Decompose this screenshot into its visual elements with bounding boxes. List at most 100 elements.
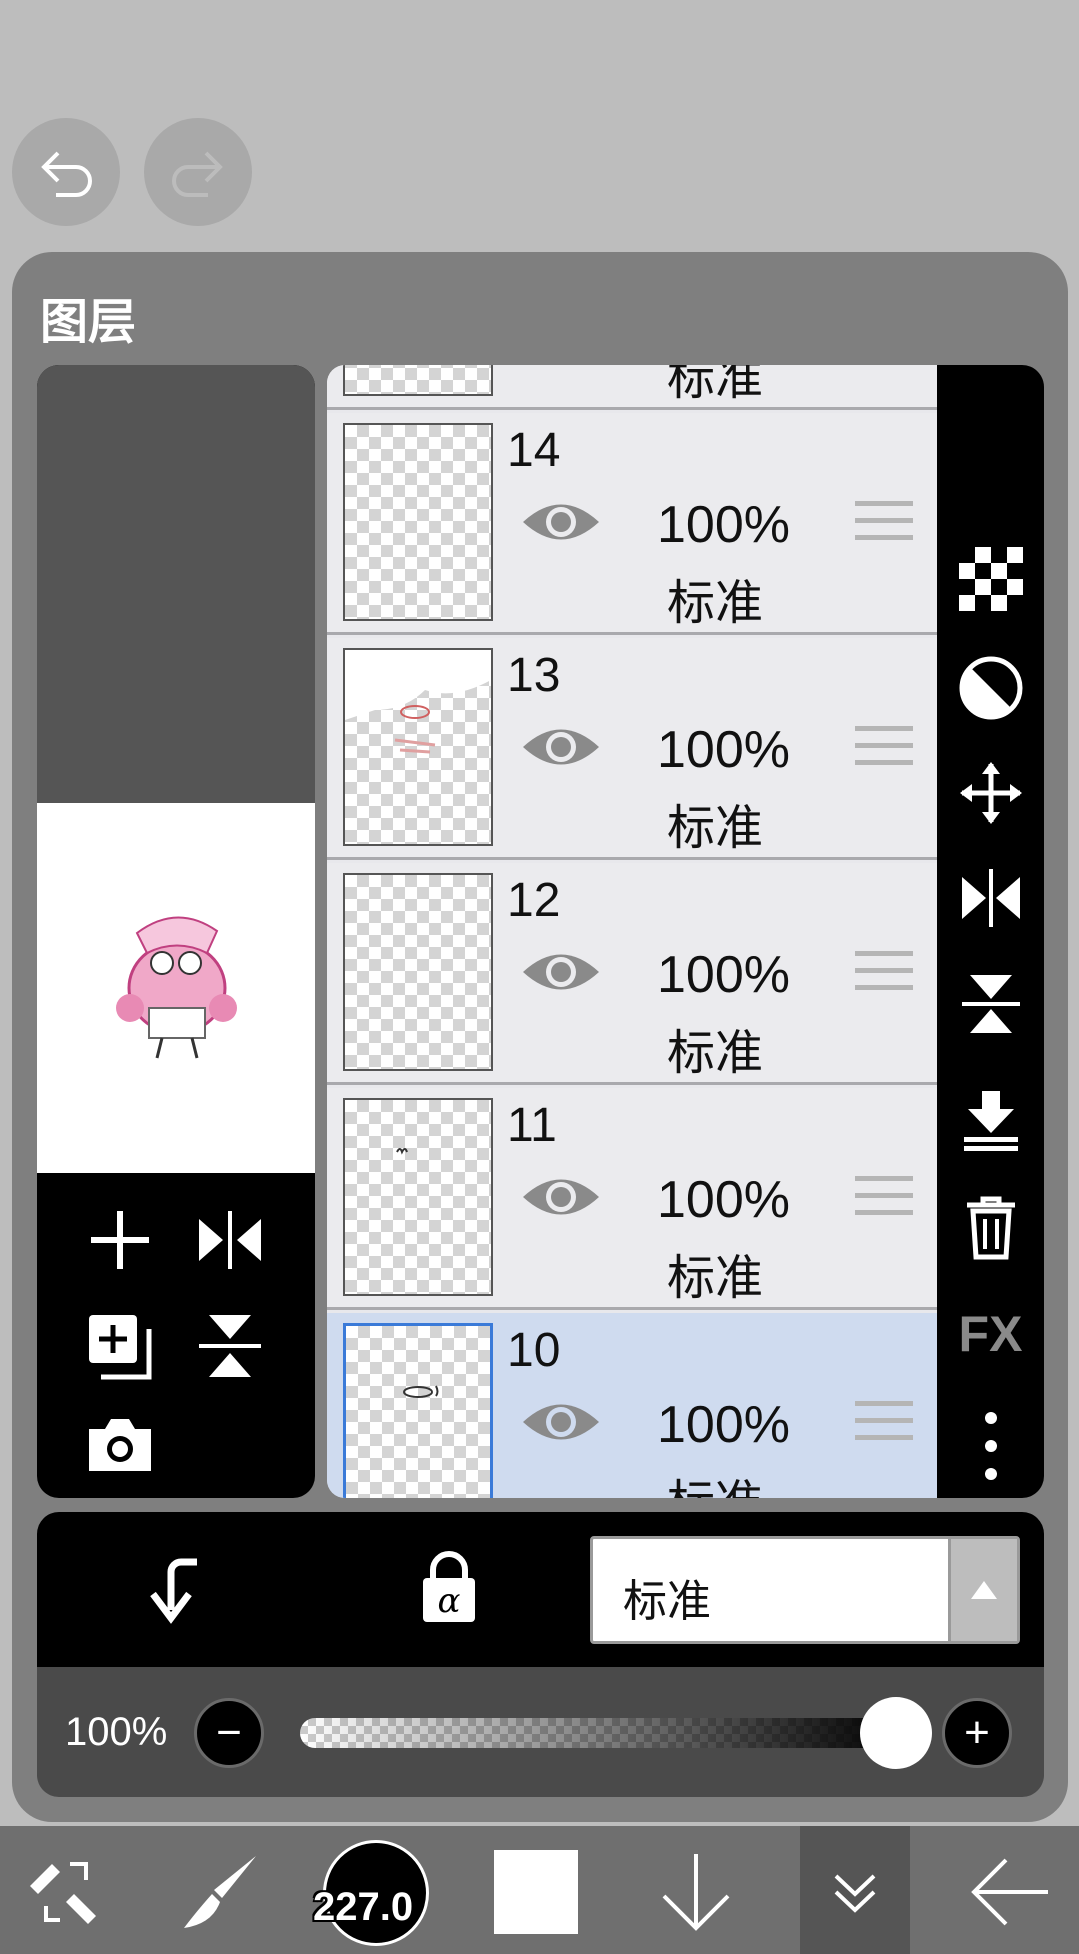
drag-handle-icon[interactable] <box>855 1176 913 1227</box>
layer-thumbnail <box>343 365 493 396</box>
alpha-lock-icon: α <box>423 1551 475 1622</box>
undo-icon <box>41 151 92 197</box>
opacity-decrease-button[interactable]: − <box>194 1698 264 1768</box>
transform-tools-icon <box>30 1862 96 1924</box>
flip-vertical-icon <box>961 975 1020 1033</box>
transform-tools-button[interactable] <box>24 1850 108 1939</box>
eye-icon <box>523 954 599 990</box>
layer-row-10[interactable]: 10 100% 标准 <box>327 1313 937 1498</box>
more-button[interactable] <box>937 1410 1044 1482</box>
drag-handle-icon[interactable] <box>855 951 913 1002</box>
svg-text:α: α <box>438 1581 461 1621</box>
layer-number: 13 <box>507 649 561 702</box>
copy-layer-icon <box>89 1315 152 1380</box>
flip-horizontal-button[interactable] <box>937 865 1044 931</box>
flip-vertical-icon <box>199 1315 261 1377</box>
trash-icon <box>966 1196 1015 1260</box>
canvas-preview <box>37 365 315 1498</box>
layer-blend-mode: 标准 <box>667 577 764 630</box>
layer-thumbnail <box>343 648 493 846</box>
layer-opacity: 100% <box>657 1396 790 1454</box>
add-layer-icon <box>91 1211 149 1269</box>
layer-number: 11 <box>507 1099 557 1152</box>
undo-button[interactable] <box>12 118 120 226</box>
copy-layer-button[interactable] <box>85 1311 155 1386</box>
flip-layer-horizontal-button[interactable] <box>195 1205 265 1280</box>
layer-thumbnail <box>343 873 493 1071</box>
redo-icon <box>172 151 223 197</box>
visibility-toggle[interactable] <box>521 1397 601 1452</box>
redo-button[interactable] <box>144 118 252 226</box>
panel-title: 图层 <box>40 296 137 349</box>
layer-list[interactable]: 标准 14 100% 标准 13 100% 标准 12 100% 标准 11 1… <box>327 365 937 1498</box>
clip-button[interactable] <box>145 1554 205 1629</box>
layer-row-partial-top[interactable]: 标准 <box>327 365 937 410</box>
delete-layer-button[interactable] <box>937 1195 1044 1261</box>
merge-down-button[interactable] <box>937 1087 1044 1153</box>
move-icon <box>959 762 1022 824</box>
drag-handle-icon[interactable] <box>855 1401 913 1452</box>
eye-icon <box>523 1404 599 1440</box>
brush-tool-button[interactable] <box>178 1850 262 1939</box>
eye-icon <box>523 729 599 765</box>
layer-row-14[interactable]: 14 100% 标准 <box>327 413 937 635</box>
opacity-slider[interactable] <box>300 1718 900 1748</box>
drag-handle-icon[interactable] <box>855 726 913 777</box>
blend-mode-value: 标准 <box>623 1577 711 1626</box>
layer-thumbnail <box>343 1098 493 1296</box>
character-drawing <box>116 916 237 1059</box>
adjust-button[interactable] <box>937 655 1044 721</box>
more-icon <box>984 1412 997 1480</box>
secondary-color-button[interactable] <box>494 1850 578 1934</box>
visibility-toggle[interactable] <box>521 497 601 552</box>
contrast-icon <box>959 656 1022 720</box>
eye-icon <box>523 1179 599 1215</box>
visibility-toggle[interactable] <box>521 1172 601 1227</box>
transparency-button[interactable] <box>937 547 1044 611</box>
layer-row-11[interactable]: 11 100% 标准 <box>327 1088 937 1310</box>
layer-tools-bar: FX <box>937 365 1044 1498</box>
brush-icon <box>184 1856 256 1928</box>
camera-button[interactable] <box>85 1415 155 1480</box>
add-layer-button[interactable] <box>85 1205 155 1280</box>
triangle-up-icon <box>971 1581 997 1599</box>
layer-thumbnail <box>343 1323 493 1498</box>
visibility-toggle[interactable] <box>521 722 601 777</box>
opacity-slider-knob[interactable] <box>860 1697 932 1769</box>
drag-handle-icon[interactable] <box>855 501 913 552</box>
fx-button[interactable]: FX <box>937 1305 1044 1363</box>
visibility-toggle[interactable] <box>521 947 601 1002</box>
flip-layer-vertical-button[interactable] <box>195 1311 265 1386</box>
move-down-button[interactable] <box>658 1850 734 1939</box>
layer-blend-mode: 标准 <box>667 802 764 855</box>
alpha-lock-button[interactable]: α <box>419 1550 479 1629</box>
brush-size-label: 227.0 <box>313 1885 414 1929</box>
flip-horizontal-icon <box>961 869 1020 927</box>
layer-number: 14 <box>507 424 561 477</box>
layer-number: 10 <box>507 1324 561 1377</box>
layer-blend-mode: 标准 <box>667 1252 764 1305</box>
back-button[interactable] <box>968 1850 1052 1939</box>
flip-vertical-button[interactable] <box>937 971 1044 1037</box>
collapse-button[interactable] <box>830 1868 880 1923</box>
layer-opacity: 100% <box>657 946 790 1004</box>
layer-number: 12 <box>507 874 561 927</box>
opacity-increase-button[interactable]: + <box>942 1698 1012 1768</box>
layer-thumbnail <box>343 423 493 621</box>
transparency-icon <box>958 547 1023 611</box>
layer-blend-mode: 标准 <box>667 1027 764 1080</box>
blend-mode-dropdown-button[interactable] <box>948 1539 1017 1641</box>
camera-icon <box>89 1419 151 1471</box>
layer-opacity: 100% <box>657 496 790 554</box>
opacity-label: 100% <box>65 1710 168 1754</box>
layer-row-13[interactable]: 13 100% 标准 <box>327 638 937 860</box>
arrow-down-icon <box>662 1854 730 1931</box>
blend-mode-select[interactable]: 标准 <box>590 1536 1020 1644</box>
eye-icon <box>523 504 599 540</box>
move-button[interactable] <box>937 760 1044 826</box>
layer-opacity: 100% <box>657 721 790 779</box>
canvas-thumbnail[interactable] <box>37 803 315 1173</box>
layer-blend-mode: 标准 <box>667 365 764 405</box>
layer-row-12[interactable]: 12 100% 标准 <box>327 863 937 1085</box>
merge-down-icon <box>963 1091 1018 1151</box>
